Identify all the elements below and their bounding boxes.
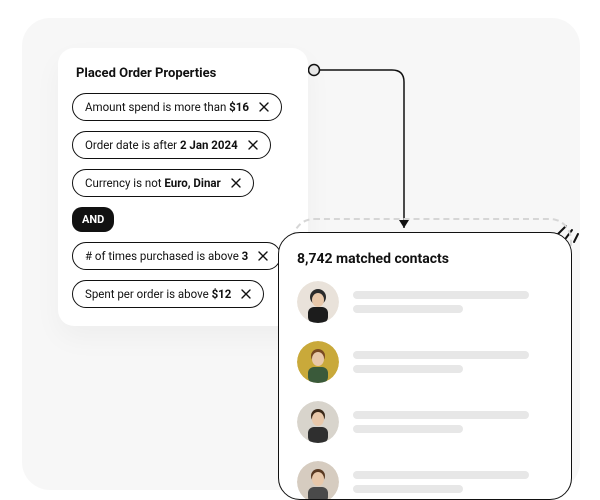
chip-text: # of times purchased is above 3 bbox=[85, 249, 248, 263]
chip-text: Amount spend is more than $16 bbox=[85, 100, 249, 114]
close-icon[interactable] bbox=[229, 176, 243, 190]
contact-row[interactable] bbox=[297, 461, 553, 500]
avatar bbox=[297, 401, 339, 443]
contact-row[interactable] bbox=[297, 341, 553, 383]
filter-chip-group-1: Amount spend is more than $16 Order date… bbox=[72, 93, 294, 308]
close-icon[interactable] bbox=[239, 287, 253, 301]
contacts-card: 8,742 matched contacts bbox=[278, 232, 572, 500]
chip-text: Currency is not Euro, Dinar bbox=[85, 176, 221, 190]
close-icon[interactable] bbox=[257, 100, 271, 114]
contact-placeholder-lines bbox=[353, 351, 553, 373]
filter-chip[interactable]: Currency is not Euro, Dinar bbox=[72, 169, 254, 197]
contact-placeholder-lines bbox=[353, 291, 553, 313]
filter-chip[interactable]: # of times purchased is above 3 bbox=[72, 242, 281, 270]
avatar bbox=[297, 341, 339, 383]
filter-chip[interactable]: Order date is after 2 Jan 2024 bbox=[72, 131, 271, 159]
close-icon[interactable] bbox=[246, 138, 260, 152]
contact-placeholder-lines bbox=[353, 471, 553, 493]
chip-text: Spent per order is above $12 bbox=[85, 287, 231, 301]
filter-card: Placed Order Properties Amount spend is … bbox=[58, 48, 308, 326]
chip-text: Order date is after 2 Jan 2024 bbox=[85, 138, 238, 152]
operator-and[interactable]: AND bbox=[72, 207, 114, 232]
contact-row[interactable] bbox=[297, 401, 553, 443]
filter-chip[interactable]: Amount spend is more than $16 bbox=[72, 93, 282, 121]
contact-row[interactable] bbox=[297, 281, 553, 323]
contact-placeholder-lines bbox=[353, 411, 553, 433]
close-icon[interactable] bbox=[256, 249, 270, 263]
avatar bbox=[297, 461, 339, 500]
filter-chip[interactable]: Spent per order is above $12 bbox=[72, 280, 264, 308]
avatar bbox=[297, 281, 339, 323]
filter-title: Placed Order Properties bbox=[76, 66, 294, 81]
contacts-title: 8,742 matched contacts bbox=[297, 251, 553, 267]
